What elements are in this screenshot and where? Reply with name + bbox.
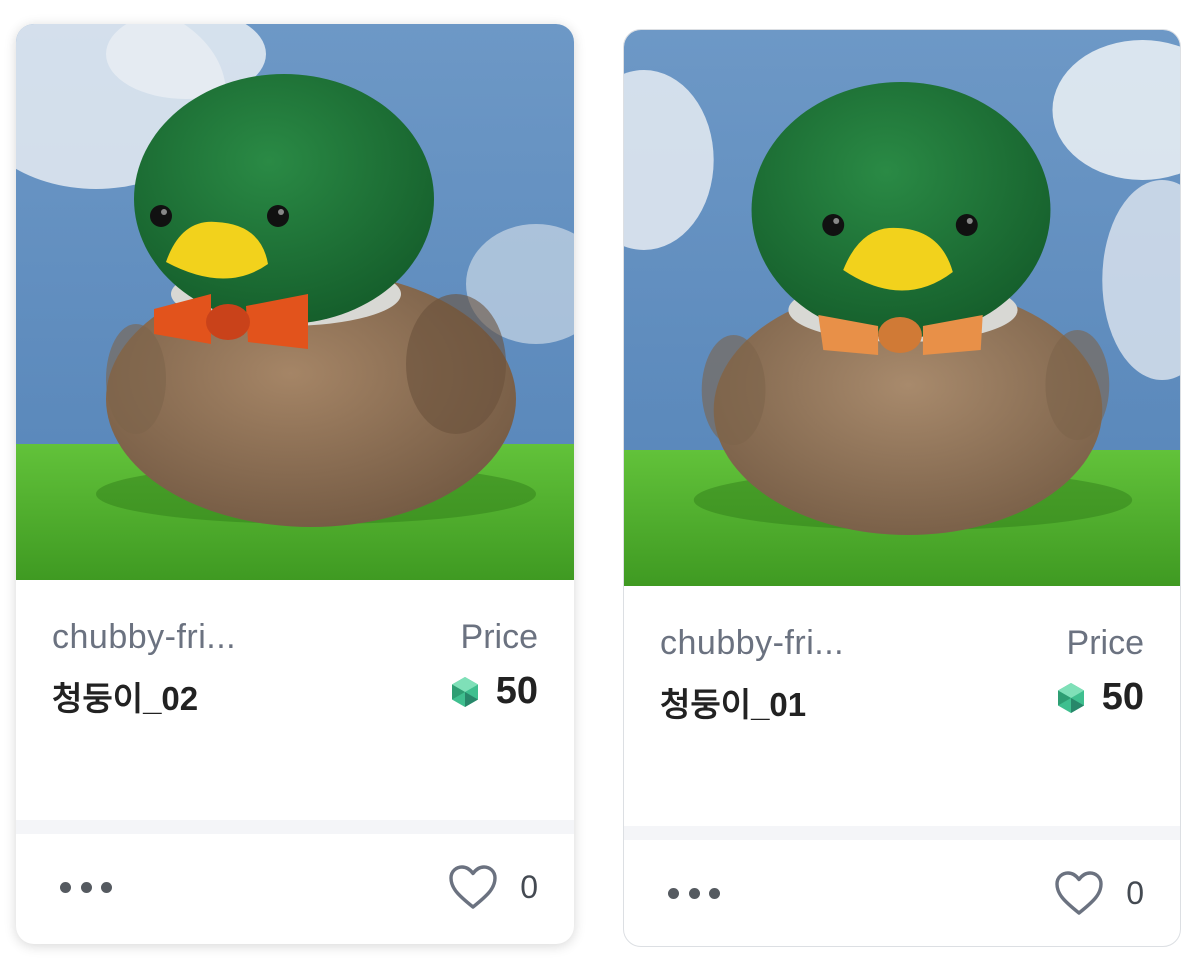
price-value: 50 — [495, 670, 538, 712]
nft-card[interactable]: chubby-fri... 청둥이_01 Price 50 0 — [623, 29, 1181, 947]
duck-illustration — [624, 30, 1180, 586]
item-name[interactable]: 청둥이_01 — [660, 678, 806, 726]
dot-icon — [60, 881, 71, 893]
collection-name[interactable]: chubby-fri... — [52, 618, 236, 657]
like-count: 0 — [1126, 874, 1144, 911]
nft-image[interactable] — [624, 30, 1180, 586]
dot-icon — [80, 881, 92, 893]
dot-icon — [709, 887, 720, 899]
heart-icon — [449, 865, 497, 909]
price-row: 50 — [448, 670, 538, 713]
price-value: 50 — [1101, 676, 1144, 718]
dot-icon — [688, 887, 700, 899]
nft-image[interactable] — [16, 24, 574, 580]
more-options-button[interactable] — [60, 872, 112, 902]
price-label: Price — [460, 618, 538, 656]
like-button[interactable]: 0 — [1054, 870, 1144, 916]
dot-icon — [101, 881, 112, 893]
card-info: chubby-fri... 청둥이_01 Price 50 — [624, 586, 1180, 826]
like-count: 0 — [520, 868, 538, 905]
collection-name[interactable]: chubby-fri... — [660, 624, 844, 663]
price-label: Price — [1066, 624, 1144, 662]
klay-icon — [1057, 682, 1084, 713]
like-button[interactable]: 0 — [448, 864, 538, 910]
card-footer: 0 — [16, 820, 574, 944]
card-footer: 0 — [624, 826, 1180, 946]
heart-icon — [1055, 871, 1103, 915]
more-options-button[interactable] — [668, 878, 720, 908]
card-info: chubby-fri... 청둥이_02 Price 50 — [16, 580, 574, 820]
duck-illustration — [16, 24, 574, 580]
dot-icon — [668, 887, 679, 899]
price-row: 50 — [1054, 676, 1144, 719]
nft-card[interactable]: chubby-fri... 청둥이_02 Price 50 0 — [16, 24, 574, 944]
item-name[interactable]: 청둥이_02 — [52, 672, 198, 720]
klay-icon — [451, 676, 478, 707]
